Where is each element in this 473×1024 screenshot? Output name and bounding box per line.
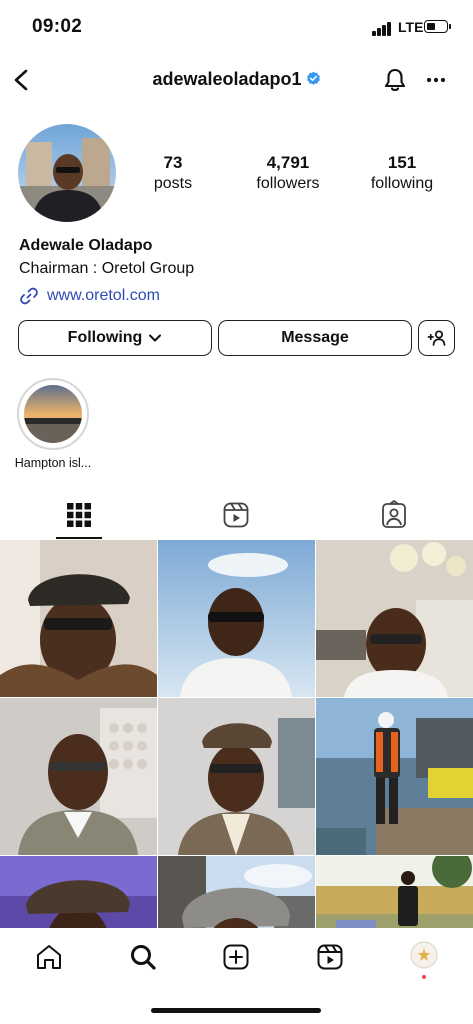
tagged-tab-icon[interactable] [379, 500, 409, 530]
more-options-icon[interactable] [423, 70, 449, 90]
active-tab-indicator [56, 537, 102, 539]
post-thumbnail[interactable] [158, 540, 315, 697]
posts-count-label: posts [153, 175, 193, 192]
highlight-label: Hampton isl... [14, 456, 92, 470]
following-count-value: 151 [387, 153, 417, 172]
notification-bell-icon[interactable] [382, 66, 408, 94]
message-button-label: Message [281, 329, 349, 346]
profile-avatar-nav[interactable] [409, 940, 439, 970]
posts-grid [0, 540, 473, 928]
chevron-down-icon [149, 334, 162, 342]
following-count[interactable]: 151 following [347, 153, 457, 193]
followers-count-label: followers [256, 175, 320, 192]
following-button[interactable]: Following [18, 320, 212, 356]
reels-tab-icon[interactable] [221, 500, 251, 530]
notification-dot [422, 975, 426, 979]
reels-icon[interactable] [315, 942, 345, 972]
status-time: 09:02 [32, 16, 83, 37]
grid-icon[interactable] [64, 500, 94, 530]
signal-icon [372, 22, 394, 36]
create-post-icon[interactable] [221, 942, 251, 972]
profile-bio: Chairman : Oretol Group [19, 260, 195, 277]
story-highlight[interactable] [17, 378, 89, 450]
post-thumbnail[interactable] [158, 698, 315, 855]
following-count-label: following [370, 175, 434, 192]
post-thumbnail[interactable] [158, 856, 315, 928]
posts-count-value: 73 [163, 153, 183, 172]
profile-display-name: Adewale Oladapo [19, 237, 153, 254]
post-thumbnail[interactable] [0, 540, 157, 697]
following-button-label: Following [67, 329, 143, 346]
website-link-text: www.oretol.com [47, 287, 160, 304]
username-text: adewaleoladapo1 [152, 69, 302, 89]
post-thumbnail[interactable] [0, 856, 157, 928]
followers-count-value: 4,791 [266, 153, 310, 172]
network-label: LTE [398, 19, 424, 35]
link-icon [20, 287, 38, 305]
post-thumbnail[interactable] [316, 540, 473, 697]
posts-count[interactable]: 73 posts [118, 153, 228, 193]
message-button[interactable]: Message [218, 320, 412, 356]
add-person-icon [427, 330, 445, 346]
post-thumbnail[interactable] [316, 856, 473, 928]
battery-icon [424, 20, 451, 33]
profile-website-link[interactable]: www.oretol.com [19, 286, 160, 306]
suggested-people-button[interactable] [418, 320, 455, 356]
highlight-cover-image [24, 385, 82, 443]
post-thumbnail[interactable] [316, 698, 473, 855]
home-indicator [151, 1008, 321, 1013]
post-thumbnail[interactable] [0, 698, 157, 855]
profile-avatar[interactable] [18, 124, 116, 222]
verified-badge-icon [306, 71, 320, 85]
search-icon[interactable] [128, 942, 158, 972]
home-icon[interactable] [34, 942, 64, 972]
followers-count[interactable]: 4,791 followers [233, 153, 343, 193]
